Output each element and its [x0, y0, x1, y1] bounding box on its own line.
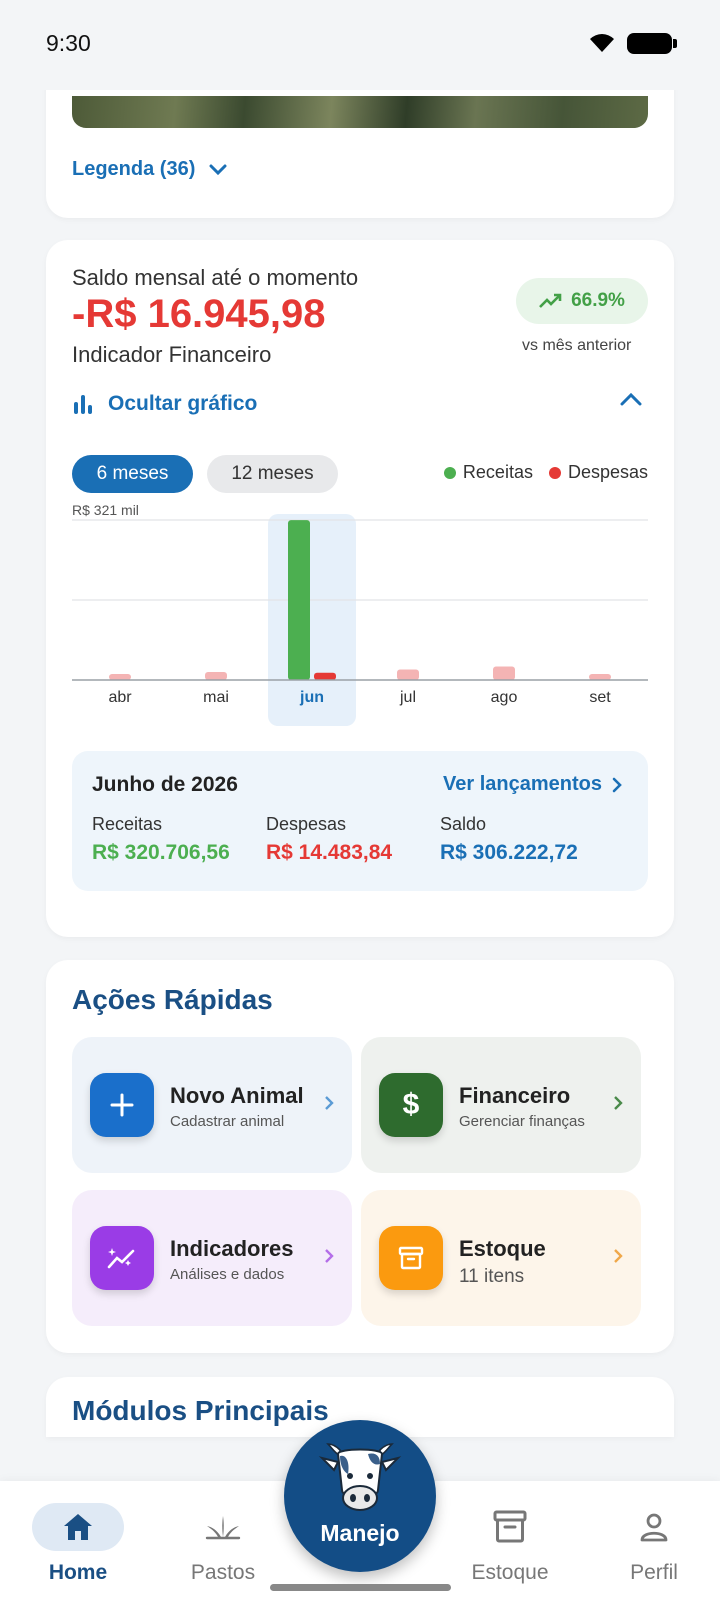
toggle-chart-label: Ocultar gráfico [108, 392, 258, 415]
chevron-down-icon [209, 164, 227, 175]
financial-indicator-label: Indicador Financeiro [72, 342, 272, 367]
chevron-right-icon [614, 1096, 623, 1110]
nav-home[interactable]: Home [18, 1481, 138, 1606]
bar-despesas-jul[interactable] [397, 669, 419, 680]
finance-chart: R$ 321 mil abr mai jun jul ago set [72, 502, 648, 742]
nav-profile-label: Perfil [630, 1561, 678, 1584]
person-icon [608, 1503, 700, 1551]
detail-receitas: Receitas R$ 320.706,56 [92, 814, 230, 865]
chevron-right-icon [325, 1096, 334, 1110]
quick-action-desc: Cadastrar animal [170, 1113, 285, 1130]
x-tick-label-jun: jun [299, 689, 324, 706]
x-tick-label-set: set [589, 689, 611, 706]
dollar-icon: $ [379, 1073, 443, 1137]
x-tick-label-abr: abr [108, 689, 132, 706]
bar-despesas-ago[interactable] [493, 666, 515, 680]
bar-chart: abr mai jun jul ago set [72, 514, 648, 726]
trend-caption: vs mês anterior [522, 337, 632, 354]
quick-action-desc: 11 itens [459, 1266, 525, 1287]
legend-receitas: Receitas [443, 462, 533, 483]
detail-despesas-label: Despesas [266, 814, 347, 834]
x-tick-label-jul: jul [399, 689, 416, 706]
detail-despesas: Despesas R$ 14.483,84 [266, 814, 392, 865]
archive-icon [464, 1503, 556, 1551]
bar-despesas-mai[interactable] [205, 672, 227, 680]
quick-action-name: Novo Animal [170, 1083, 304, 1108]
sparkle-chart-icon [90, 1226, 154, 1290]
monthly-balance-label: Saldo mensal até o momento [72, 265, 359, 290]
quick-action-indicators[interactable]: Indicadores Análises e dados [72, 1190, 352, 1326]
cow-icon [318, 1443, 402, 1511]
main-modules-title: Módulos Principais [72, 1395, 329, 1426]
quick-actions-title: Ações Rápidas [72, 984, 273, 1015]
chevron-right-icon [614, 1249, 623, 1263]
bar-despesas-abr[interactable] [109, 674, 131, 680]
nav-home-label: Home [48, 1561, 108, 1584]
finance-card: Saldo mensal até o momento -R$ 16.945,98… [46, 240, 674, 937]
home-indicator [270, 1584, 451, 1591]
quick-action-finance[interactable]: $ Financeiro Gerenciar finanças [361, 1037, 641, 1173]
month-detail-title: Junho de 2026 [92, 773, 238, 796]
nav-stock[interactable]: Estoque [450, 1481, 570, 1606]
x-tick-label-mai: mai [203, 689, 229, 706]
quick-action-desc: Análises e dados [170, 1266, 285, 1283]
bar-despesas-set[interactable] [589, 674, 611, 680]
map-satellite-image[interactable] [72, 96, 648, 128]
home-icon [32, 1503, 124, 1551]
detail-saldo-value: R$ 306.222,72 [440, 841, 578, 864]
period-6-months-button[interactable]: 6 meses [72, 455, 193, 493]
legend-receitas-label: Receitas [462, 462, 533, 482]
chevron-right-icon [325, 1249, 334, 1263]
status-time: 9:30 [46, 30, 91, 56]
month-detail: Junho de 2026 Ver lançamentos Receitas R… [72, 751, 648, 891]
detail-saldo: Saldo R$ 306.222,72 [440, 814, 578, 865]
trending-up-icon [539, 293, 562, 308]
monthly-balance-value: -R$ 16.945,98 [72, 292, 326, 336]
chevron-right-icon [612, 777, 622, 792]
plus-icon [90, 1073, 154, 1137]
detail-receitas-value: R$ 320.706,56 [92, 841, 230, 864]
toggle-chart-button[interactable]: Ocultar gráfico [72, 386, 648, 422]
quick-action-new-animal[interactable]: Novo Animal Cadastrar animal [72, 1037, 352, 1173]
wifi-icon [590, 34, 614, 52]
quick-action-desc: Gerenciar finanças [459, 1113, 585, 1130]
nav-stock-label: Estoque [471, 1561, 549, 1584]
detail-receitas-label: Receitas [92, 814, 163, 834]
legend-receitas-dot [443, 466, 456, 479]
detail-saldo-label: Saldo [440, 814, 487, 834]
legend-despesas-label: Despesas [567, 462, 648, 482]
detail-despesas-value: R$ 14.483,84 [266, 841, 393, 864]
bar-chart-icon [74, 395, 92, 414]
grass-icon [177, 1503, 269, 1551]
nav-pastures[interactable]: Pastos [163, 1481, 283, 1606]
x-tick-label-ago: ago [491, 689, 518, 706]
legend-despesas-dot [548, 466, 561, 479]
chart-legend: Receitas Despesas [443, 462, 648, 483]
status-bar: 9:30 [0, 0, 720, 90]
quick-action-stock[interactable]: Estoque 11 itens [361, 1190, 641, 1326]
period-12-months-button[interactable]: 12 meses [207, 455, 338, 493]
legend-toggle-label: Legenda (36) [72, 158, 196, 180]
nav-profile[interactable]: Perfil [594, 1481, 714, 1606]
quick-actions-card: Ações Rápidas Novo Animal Cadastrar anim… [46, 960, 674, 1353]
battery-icon [627, 33, 677, 54]
archive-icon [379, 1226, 443, 1290]
bar-despesas-jun[interactable] [314, 672, 336, 680]
chevron-up-icon [620, 392, 642, 406]
legend-despesas: Despesas [548, 462, 648, 483]
quick-action-name: Estoque [459, 1236, 546, 1261]
legend-toggle[interactable]: Legenda (36) [72, 158, 227, 181]
trend-value: 66.9% [571, 290, 625, 311]
manejo-fab-button[interactable]: Manejo [284, 1420, 436, 1572]
quick-action-name: Financeiro [459, 1083, 571, 1108]
bar-receitas-jun[interactable] [288, 520, 310, 680]
trend-badge: 66.9% [516, 278, 648, 324]
nav-pastures-label: Pastos [190, 1561, 256, 1584]
quick-action-name: Indicadores [170, 1236, 294, 1261]
manejo-fab-label: Manejo [320, 1520, 400, 1546]
view-entries-label: Ver lançamentos [443, 773, 602, 795]
view-entries-link[interactable]: Ver lançamentos [443, 773, 622, 796]
